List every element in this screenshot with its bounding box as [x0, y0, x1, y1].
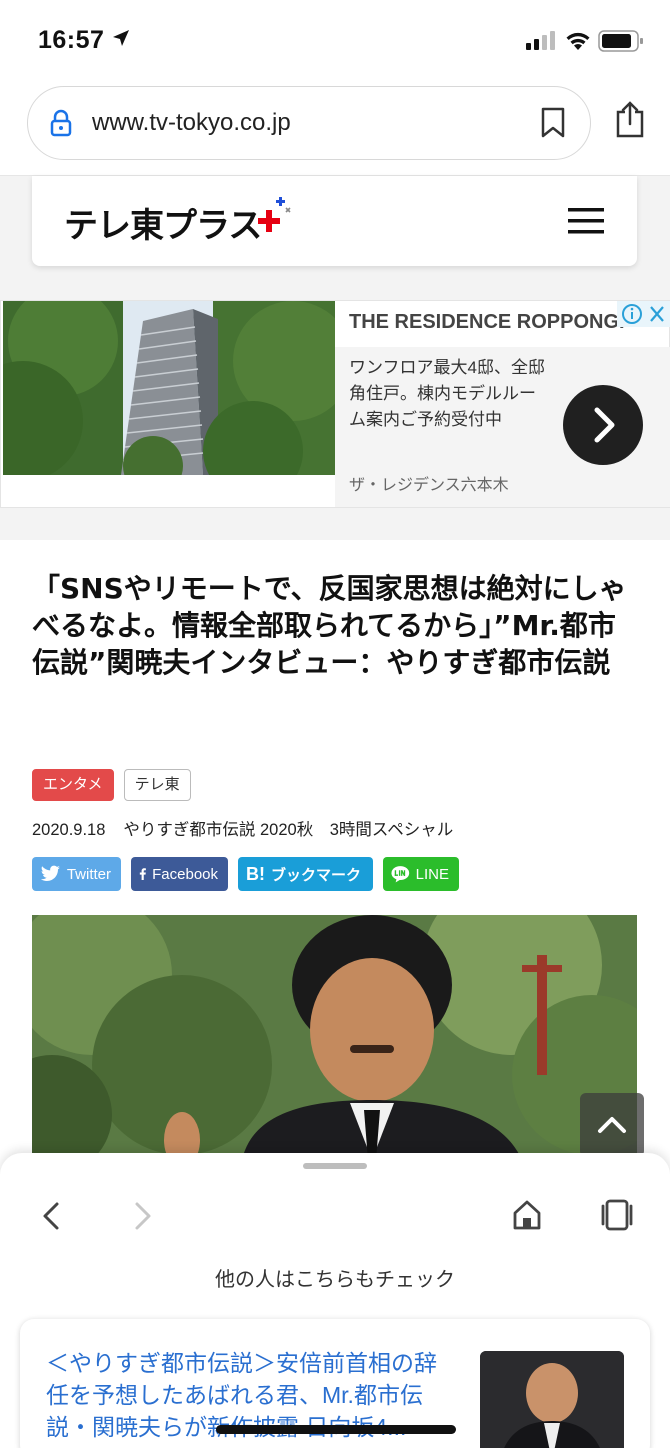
ad-body[interactable]: ワンフロア最大4邸、全邸角住戸。棟内モデルルーム案内ご予約受付中 ザ・レジデンス… [335, 347, 670, 507]
ad-building-image[interactable] [3, 301, 335, 475]
ad-choices[interactable] [617, 301, 670, 327]
line-share-button[interactable]: LINE [383, 857, 459, 891]
tag-entame[interactable]: エンタメ [32, 769, 114, 801]
facebook-label: Facebook [152, 865, 218, 883]
sheet-drag-handle[interactable] [303, 1163, 367, 1169]
site-logo[interactable]: テレ東プラス [64, 198, 262, 247]
bookmark-icon[interactable] [540, 107, 566, 139]
recommendation-thumbnail[interactable] [480, 1351, 624, 1448]
line-icon [391, 866, 410, 883]
twitter-share-button[interactable]: Twitter [32, 857, 121, 891]
logo-plus-icon [258, 197, 291, 232]
forward-icon[interactable] [130, 1201, 154, 1231]
line-label: LINE [415, 865, 449, 883]
ad-banner[interactable]: THE RESIDENCE ROPPONGI ワンフロア最大4邸、全邸角住戸。棟… [0, 300, 670, 508]
tag-terebi-tokyo[interactable]: テレ東 [123, 769, 191, 801]
bottom-sheet: 他の人はこちらもチェック ＜やりすぎ都市伝説＞安倍前首相の辞任を予想したあばれる… [0, 1153, 670, 1448]
status-time: 16:57 [38, 26, 105, 54]
share-buttons: Twitter Facebook B! ブックマーク LINE [32, 857, 459, 891]
back-icon[interactable] [40, 1201, 64, 1231]
facebook-share-button[interactable]: Facebook [131, 857, 228, 891]
twitter-label: Twitter [66, 865, 111, 883]
wifi-icon [566, 32, 590, 50]
lock-icon [50, 109, 72, 137]
cellular-signal-icon [526, 31, 555, 50]
facebook-f-icon [139, 868, 146, 880]
article-tags: エンタメ テレ東 [32, 769, 201, 801]
ad-title[interactable]: THE RESIDENCE ROPPONGI [349, 311, 633, 334]
hatena-label: ブックマーク [271, 866, 362, 884]
address-bar[interactable]: www.tv-tokyo.co.jp [27, 86, 591, 160]
status-bar: 16:57 [0, 0, 670, 80]
article-title: 「SNSやリモートで、反国家思想は絶対にしゃべるなよ。情報全部取られてるから」”… [32, 572, 627, 679]
article-program[interactable]: やりすぎ都市伝説 2020秋 3時間スペシャル [123, 821, 453, 839]
browser-toolbar: www.tv-tokyo.co.jp [0, 80, 670, 176]
adchoices-info-icon[interactable] [617, 301, 670, 327]
site-header: テレ東プラス [32, 176, 637, 266]
twitter-bird-icon [40, 865, 60, 882]
article-meta: 2020.9.18 やりすぎ都市伝説 2020秋 3時間スペシャル [32, 816, 471, 840]
chevron-right-icon [594, 407, 615, 443]
ad-description: ワンフロア最大4邸、全邸角住戸。棟内モデルルーム案内ご予約受付中 [349, 358, 545, 429]
scroll-to-top-button[interactable] [580, 1093, 644, 1157]
home-icon[interactable] [512, 1199, 542, 1231]
share-icon[interactable] [614, 100, 646, 138]
article-date: 2020.9.18 [32, 821, 106, 839]
ad-brand: ザ・レジデンス六本木 [349, 477, 509, 494]
tab-switcher-icon[interactable] [600, 1199, 634, 1231]
hatena-bookmark-button[interactable]: B! ブックマーク [238, 857, 373, 891]
location-arrow-icon [113, 30, 129, 46]
battery-icon [598, 30, 643, 52]
chevron-up-icon [598, 1117, 626, 1133]
hatena-b-icon: B! [246, 863, 265, 884]
url-text: www.tv-tokyo.co.jp [92, 109, 291, 136]
ad-open-button[interactable] [563, 385, 643, 465]
article-hero-image [32, 915, 637, 1160]
hamburger-menu-icon[interactable] [568, 207, 604, 235]
home-indicator[interactable] [216, 1425, 456, 1434]
recommendations-heading: 他の人はこちらもチェック [215, 1269, 455, 1291]
